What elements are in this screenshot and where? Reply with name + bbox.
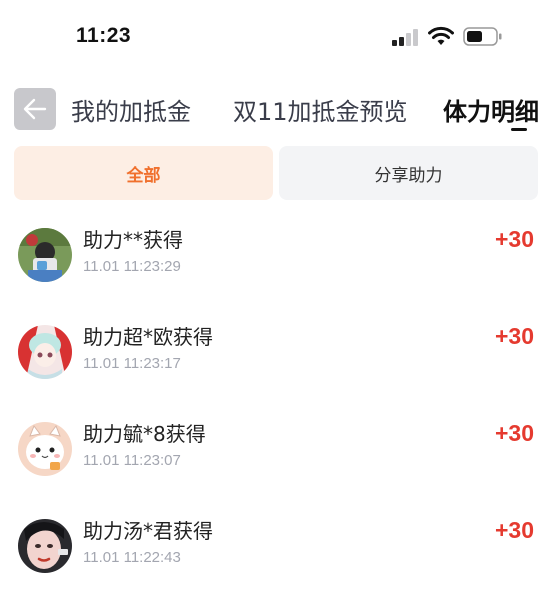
record-points: +30 [494, 323, 534, 349]
avatar [18, 519, 72, 573]
tabs-header: 我的加抵金 双11加抵金预览 体力明细 [0, 80, 552, 140]
record-time: 11.01 11:23:17 [83, 355, 181, 372]
avatar [18, 228, 72, 282]
wifi-icon [428, 26, 454, 45]
active-tab-indicator [511, 128, 527, 131]
record-title: 助力汤*君获得 [83, 519, 213, 543]
avatar [18, 325, 72, 379]
filter-share-assist-button[interactable]: 分享助力 [279, 146, 538, 200]
record-points: +30 [494, 420, 534, 446]
list-item: 助力汤*君获得 11.01 11:22:43 +30 [0, 505, 552, 585]
list-item: 助力超*欧获得 11.01 11:23:17 +30 [0, 311, 552, 391]
cellular-signal-icon [392, 28, 418, 46]
tab-double11-preview[interactable]: 双11加抵金预览 [233, 92, 408, 127]
record-points: +30 [494, 226, 534, 252]
record-time: 11.01 11:23:29 [83, 258, 181, 275]
filter-bar: 全部 分享助力 [14, 146, 538, 200]
filter-all-button[interactable]: 全部 [14, 146, 273, 200]
back-button[interactable] [14, 88, 56, 130]
tab-my-deduction[interactable]: 我的加抵金 [71, 92, 191, 127]
record-time: 11.01 11:22:43 [83, 549, 181, 566]
list-item: 助力**获得 11.01 11:23:29 +30 [0, 214, 552, 294]
record-title: 助力毓*8获得 [83, 422, 206, 446]
list-item: 助力毓*8获得 11.01 11:23:07 +30 [0, 408, 552, 488]
battery-icon [463, 27, 502, 46]
record-time: 11.01 11:23:07 [83, 452, 181, 469]
record-title: 助力**获得 [83, 228, 183, 252]
status-bar: 11:23 [0, 0, 552, 74]
tab-stamina-details[interactable]: 体力明细 [443, 92, 539, 127]
status-time: 11:23 [76, 24, 132, 47]
avatar [18, 422, 72, 476]
record-points: +30 [494, 517, 534, 543]
arrow-left-icon [23, 98, 47, 120]
record-title: 助力超*欧获得 [83, 325, 213, 349]
